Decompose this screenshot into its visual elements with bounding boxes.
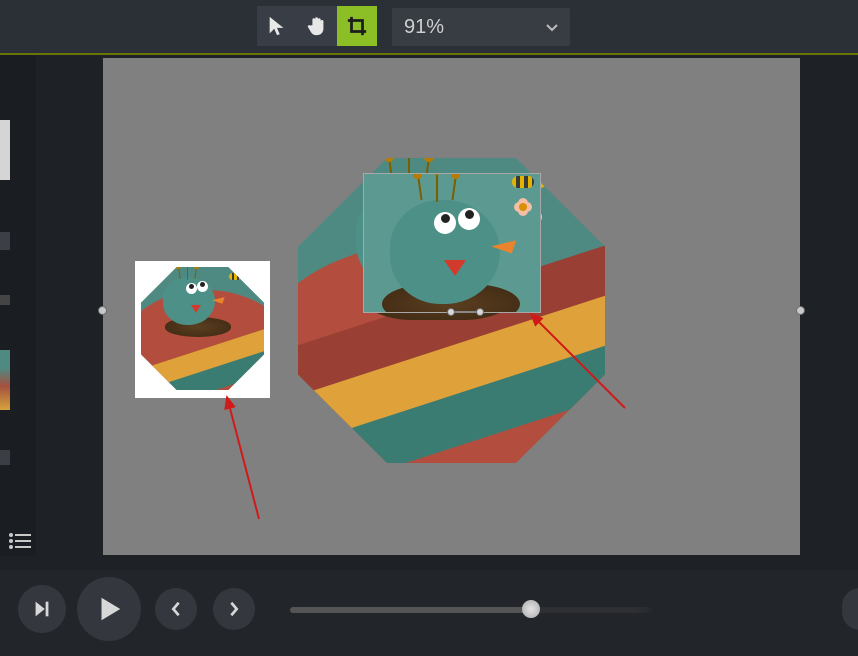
thumbnail-preview[interactable] <box>135 261 270 398</box>
zoom-value: 91% <box>404 16 444 39</box>
pan-tool[interactable] <box>297 6 337 46</box>
canvas-viewport <box>36 55 858 556</box>
canvas[interactable] <box>103 58 800 555</box>
thumbnail-slot[interactable] <box>0 232 10 250</box>
thumbnail-slot[interactable] <box>0 295 10 305</box>
crop-handle[interactable] <box>447 308 455 316</box>
cursor-tool[interactable] <box>257 6 297 46</box>
crop-region[interactable] <box>364 174 540 312</box>
tool-tray <box>257 6 377 46</box>
chevron-down-icon <box>546 24 558 32</box>
timeline-slider[interactable] <box>290 607 652 613</box>
play-icon <box>94 594 124 624</box>
crop-handle[interactable] <box>476 308 484 316</box>
crop-icon <box>346 15 368 37</box>
thumbnail-slot[interactable] <box>0 120 10 180</box>
playback-bar <box>0 570 858 656</box>
thumbnail-strip <box>0 55 36 556</box>
zoom-dropdown[interactable]: 91% <box>392 8 570 46</box>
timeline-fade <box>630 603 676 617</box>
thumbnail-slot[interactable] <box>0 450 10 465</box>
next-button[interactable] <box>213 588 255 630</box>
chevron-left-icon <box>168 601 184 617</box>
selection-handle-right[interactable] <box>796 306 805 315</box>
top-toolbar: 91% <box>0 0 858 55</box>
overflow-button[interactable] <box>842 588 858 630</box>
step-forward-button[interactable] <box>18 585 66 633</box>
selection-handle-left[interactable] <box>98 306 107 315</box>
prev-button[interactable] <box>155 588 197 630</box>
thumbnail-slot[interactable] <box>0 350 10 410</box>
chevron-right-icon <box>226 601 242 617</box>
crop-handle-bar[interactable] <box>455 311 477 313</box>
play-button[interactable] <box>77 577 141 641</box>
step-forward-icon <box>31 598 53 620</box>
timeline-knob[interactable] <box>522 600 540 618</box>
list-icon <box>9 533 31 549</box>
list-view-button[interactable] <box>4 527 36 555</box>
hand-icon <box>306 15 328 37</box>
crop-tool[interactable] <box>337 6 377 46</box>
arrow-icon <box>266 15 288 37</box>
annotation-arrow <box>213 393 273 523</box>
